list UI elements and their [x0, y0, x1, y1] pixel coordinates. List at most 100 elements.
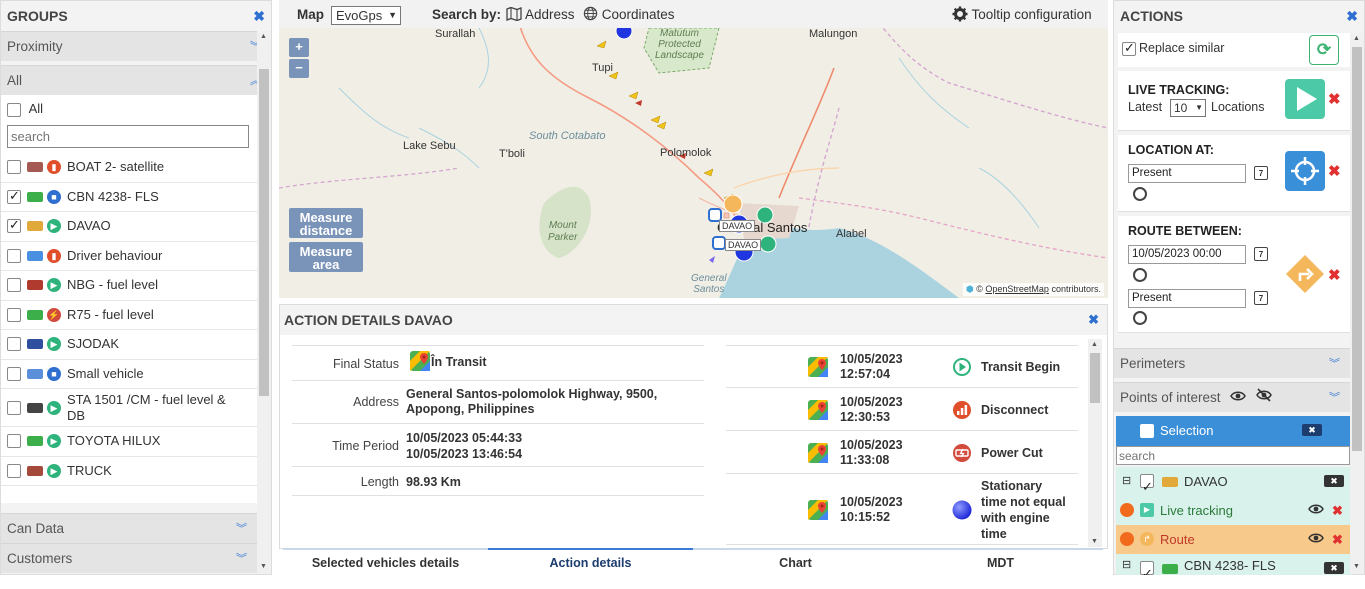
actions-scrollbar[interactable]: ▲ ▼ [1350, 33, 1364, 574]
vehicle-checkbox[interactable] [7, 400, 21, 415]
collapse-icon[interactable]: ⊟ [1122, 467, 1131, 496]
close-icon[interactable]: ✖ [1088, 305, 1099, 335]
route-to-input[interactable]: Present [1128, 289, 1246, 308]
tooltip-config-button[interactable]: Tooltip configuration [952, 0, 1092, 30]
vehicle-marker-label[interactable]: DAVAO [719, 220, 756, 232]
event-row[interactable]: 10/05/2023 12:57:04 Transit Begin [726, 345, 1078, 388]
tab-selected-vehicles-details[interactable]: Selected vehicles details [283, 548, 488, 575]
eye-slash-icon[interactable] [1256, 383, 1272, 413]
tree-item-davao[interactable]: ⊟ DAVAO ✖ [1116, 467, 1352, 501]
collapse-icon[interactable]: ⊟ [1122, 554, 1131, 575]
tree-search-input[interactable] [1116, 446, 1350, 465]
points-of-interest-section[interactable]: Points of interest ︾ [1114, 382, 1350, 412]
can-data-section[interactable]: Can Data ︾ [1, 513, 257, 543]
search-by-coordinates[interactable]: Coordinates [583, 0, 675, 30]
tab-action-details[interactable]: Action details [488, 548, 693, 575]
vehicle-marker-label[interactable]: DAVAO [725, 239, 762, 251]
vehicle-row[interactable]: ▶ TOYOTA HILUX [1, 427, 257, 457]
measure-area-button[interactable]: Measure area [289, 242, 363, 272]
tree-item-cbn[interactable]: ⊟ CBN 4238- FLS ✖ [1116, 554, 1352, 575]
vehicle-checkbox[interactable] [7, 307, 21, 322]
customers-section[interactable]: Customers ︾ [1, 543, 257, 573]
perimeters-section[interactable]: Perimeters ︾ [1114, 348, 1350, 378]
search-by-address[interactable]: Address [506, 0, 575, 30]
vehicle-checkbox[interactable] [7, 160, 21, 175]
proximity-section[interactable]: Proximity ︾ [1, 31, 271, 61]
scroll-down-icon[interactable]: ▼ [1353, 563, 1360, 570]
eye-icon[interactable] [1308, 525, 1324, 554]
delete-icon[interactable]: ✖ [1328, 266, 1341, 284]
scroll-up-icon[interactable]: ▲ [1353, 35, 1360, 42]
map-view[interactable]: + − Measure distance Measure area Surallah… [279, 28, 1108, 298]
calendar-icon[interactable]: 7 [1254, 166, 1268, 180]
vehicle-row[interactable]: ▮ Driver behaviour [1, 241, 257, 271]
tab-mdt[interactable]: MDT [898, 548, 1103, 575]
calendar-icon[interactable]: 7 [1254, 291, 1268, 305]
event-row[interactable]: 10/05/2023 10:15:52 Stationary time not equ… [726, 474, 1078, 545]
scroll-down-icon[interactable]: ▼ [260, 563, 267, 570]
delete-icon[interactable]: ✖ [1332, 496, 1343, 525]
event-row[interactable]: 10/05/2023 12:30:53 Disconnect [726, 388, 1078, 431]
clock-icon[interactable] [1133, 311, 1147, 325]
group-search-input[interactable] [7, 125, 249, 148]
groups-scrollbar[interactable]: ▲ ▼ [257, 31, 271, 574]
vehicle-row[interactable]: ▶ STA 1501 /CM - fuel level & DB [1, 389, 257, 427]
zoom-out-button[interactable]: − [289, 59, 309, 78]
clear-icon[interactable]: ✖ [1302, 424, 1322, 436]
crosshair-icon[interactable] [1285, 151, 1325, 191]
event-row[interactable]: 10/05/2023 11:33:08 Power Cut [726, 431, 1078, 474]
vehicle-checkbox[interactable] [7, 188, 21, 204]
measure-distance-button[interactable]: Measure distance [289, 208, 363, 238]
scrollbar-thumb[interactable] [1090, 353, 1100, 403]
details-scrollbar[interactable]: ▲ ▼ [1088, 339, 1102, 547]
eye-icon[interactable] [1230, 383, 1246, 413]
tree-item-live-tracking[interactable]: ▶ Live tracking ✖ [1116, 496, 1352, 525]
vehicle-checkbox[interactable] [7, 434, 21, 449]
selection-row[interactable]: Selection ✖ [1116, 416, 1350, 446]
vehicle-row[interactable]: ▮ BOAT 2- satellite [1, 153, 257, 183]
tree-item-route[interactable]: ↱ Route ✖ [1116, 525, 1352, 554]
scroll-down-icon[interactable]: ▼ [1091, 538, 1098, 545]
delete-icon[interactable]: ✖ [1328, 90, 1341, 108]
tree-checkbox[interactable] [1140, 559, 1154, 575]
vehicle-checkbox[interactable] [7, 278, 21, 293]
delete-icon[interactable]: ✖ [1328, 162, 1341, 180]
clock-icon[interactable] [1133, 268, 1147, 282]
tree-checkbox[interactable] [1140, 472, 1154, 501]
vehicle-checkbox[interactable] [7, 366, 21, 381]
all-section[interactable]: All ︽ [1, 65, 271, 95]
all-checkbox-row[interactable]: All [1, 95, 257, 125]
vehicle-checkbox[interactable] [7, 463, 21, 478]
scroll-up-icon[interactable]: ▲ [1091, 341, 1098, 348]
vehicle-row[interactable]: ▶ NBG - fuel level [1, 271, 257, 301]
scrollbar-thumb[interactable] [1352, 47, 1362, 451]
vehicle-checkbox[interactable] [7, 217, 21, 234]
vehicle-checkbox[interactable] [7, 337, 21, 352]
route-from-input[interactable]: 10/05/2023 00:00 [1128, 245, 1246, 264]
calendar-icon[interactable]: 7 [1254, 247, 1268, 261]
vehicle-row[interactable]: ⚡ R75 - fuel level [1, 300, 257, 330]
location-at-input[interactable]: Present [1128, 164, 1246, 183]
vehicle-checkbox[interactable] [7, 248, 21, 263]
scrollbar-thumb[interactable] [259, 69, 269, 396]
map-provider-select[interactable]: EvoGps ▼ [331, 6, 401, 25]
close-icon[interactable]: ✖ [1346, 1, 1358, 31]
clear-icon[interactable]: ✖ [1324, 562, 1344, 574]
replace-similar-checkbox[interactable] [1122, 40, 1136, 56]
close-icon[interactable]: ✖ [253, 1, 265, 31]
delete-icon[interactable]: ✖ [1332, 525, 1343, 554]
play-icon[interactable] [1285, 79, 1325, 119]
vehicle-row[interactable]: ▶ DAVAO [1, 212, 257, 242]
zoom-in-button[interactable]: + [289, 38, 309, 57]
vehicle-row[interactable]: ■ Small vehicle [1, 359, 257, 389]
osm-link[interactable]: OpenStreetMap [985, 284, 1049, 294]
vehicle-row[interactable]: ▶ SJODAK [1, 330, 257, 360]
route-icon[interactable] [1285, 254, 1325, 294]
eye-icon[interactable] [1308, 496, 1324, 525]
refresh-icon[interactable]: ⟳ [1309, 35, 1339, 65]
selection-checkbox[interactable] [1140, 424, 1154, 438]
locations-count-select[interactable]: 10 ▼ [1170, 99, 1206, 117]
all-checkbox[interactable] [7, 102, 21, 117]
scroll-up-icon[interactable]: ▲ [260, 33, 267, 40]
tab-chart[interactable]: Chart [693, 548, 898, 575]
